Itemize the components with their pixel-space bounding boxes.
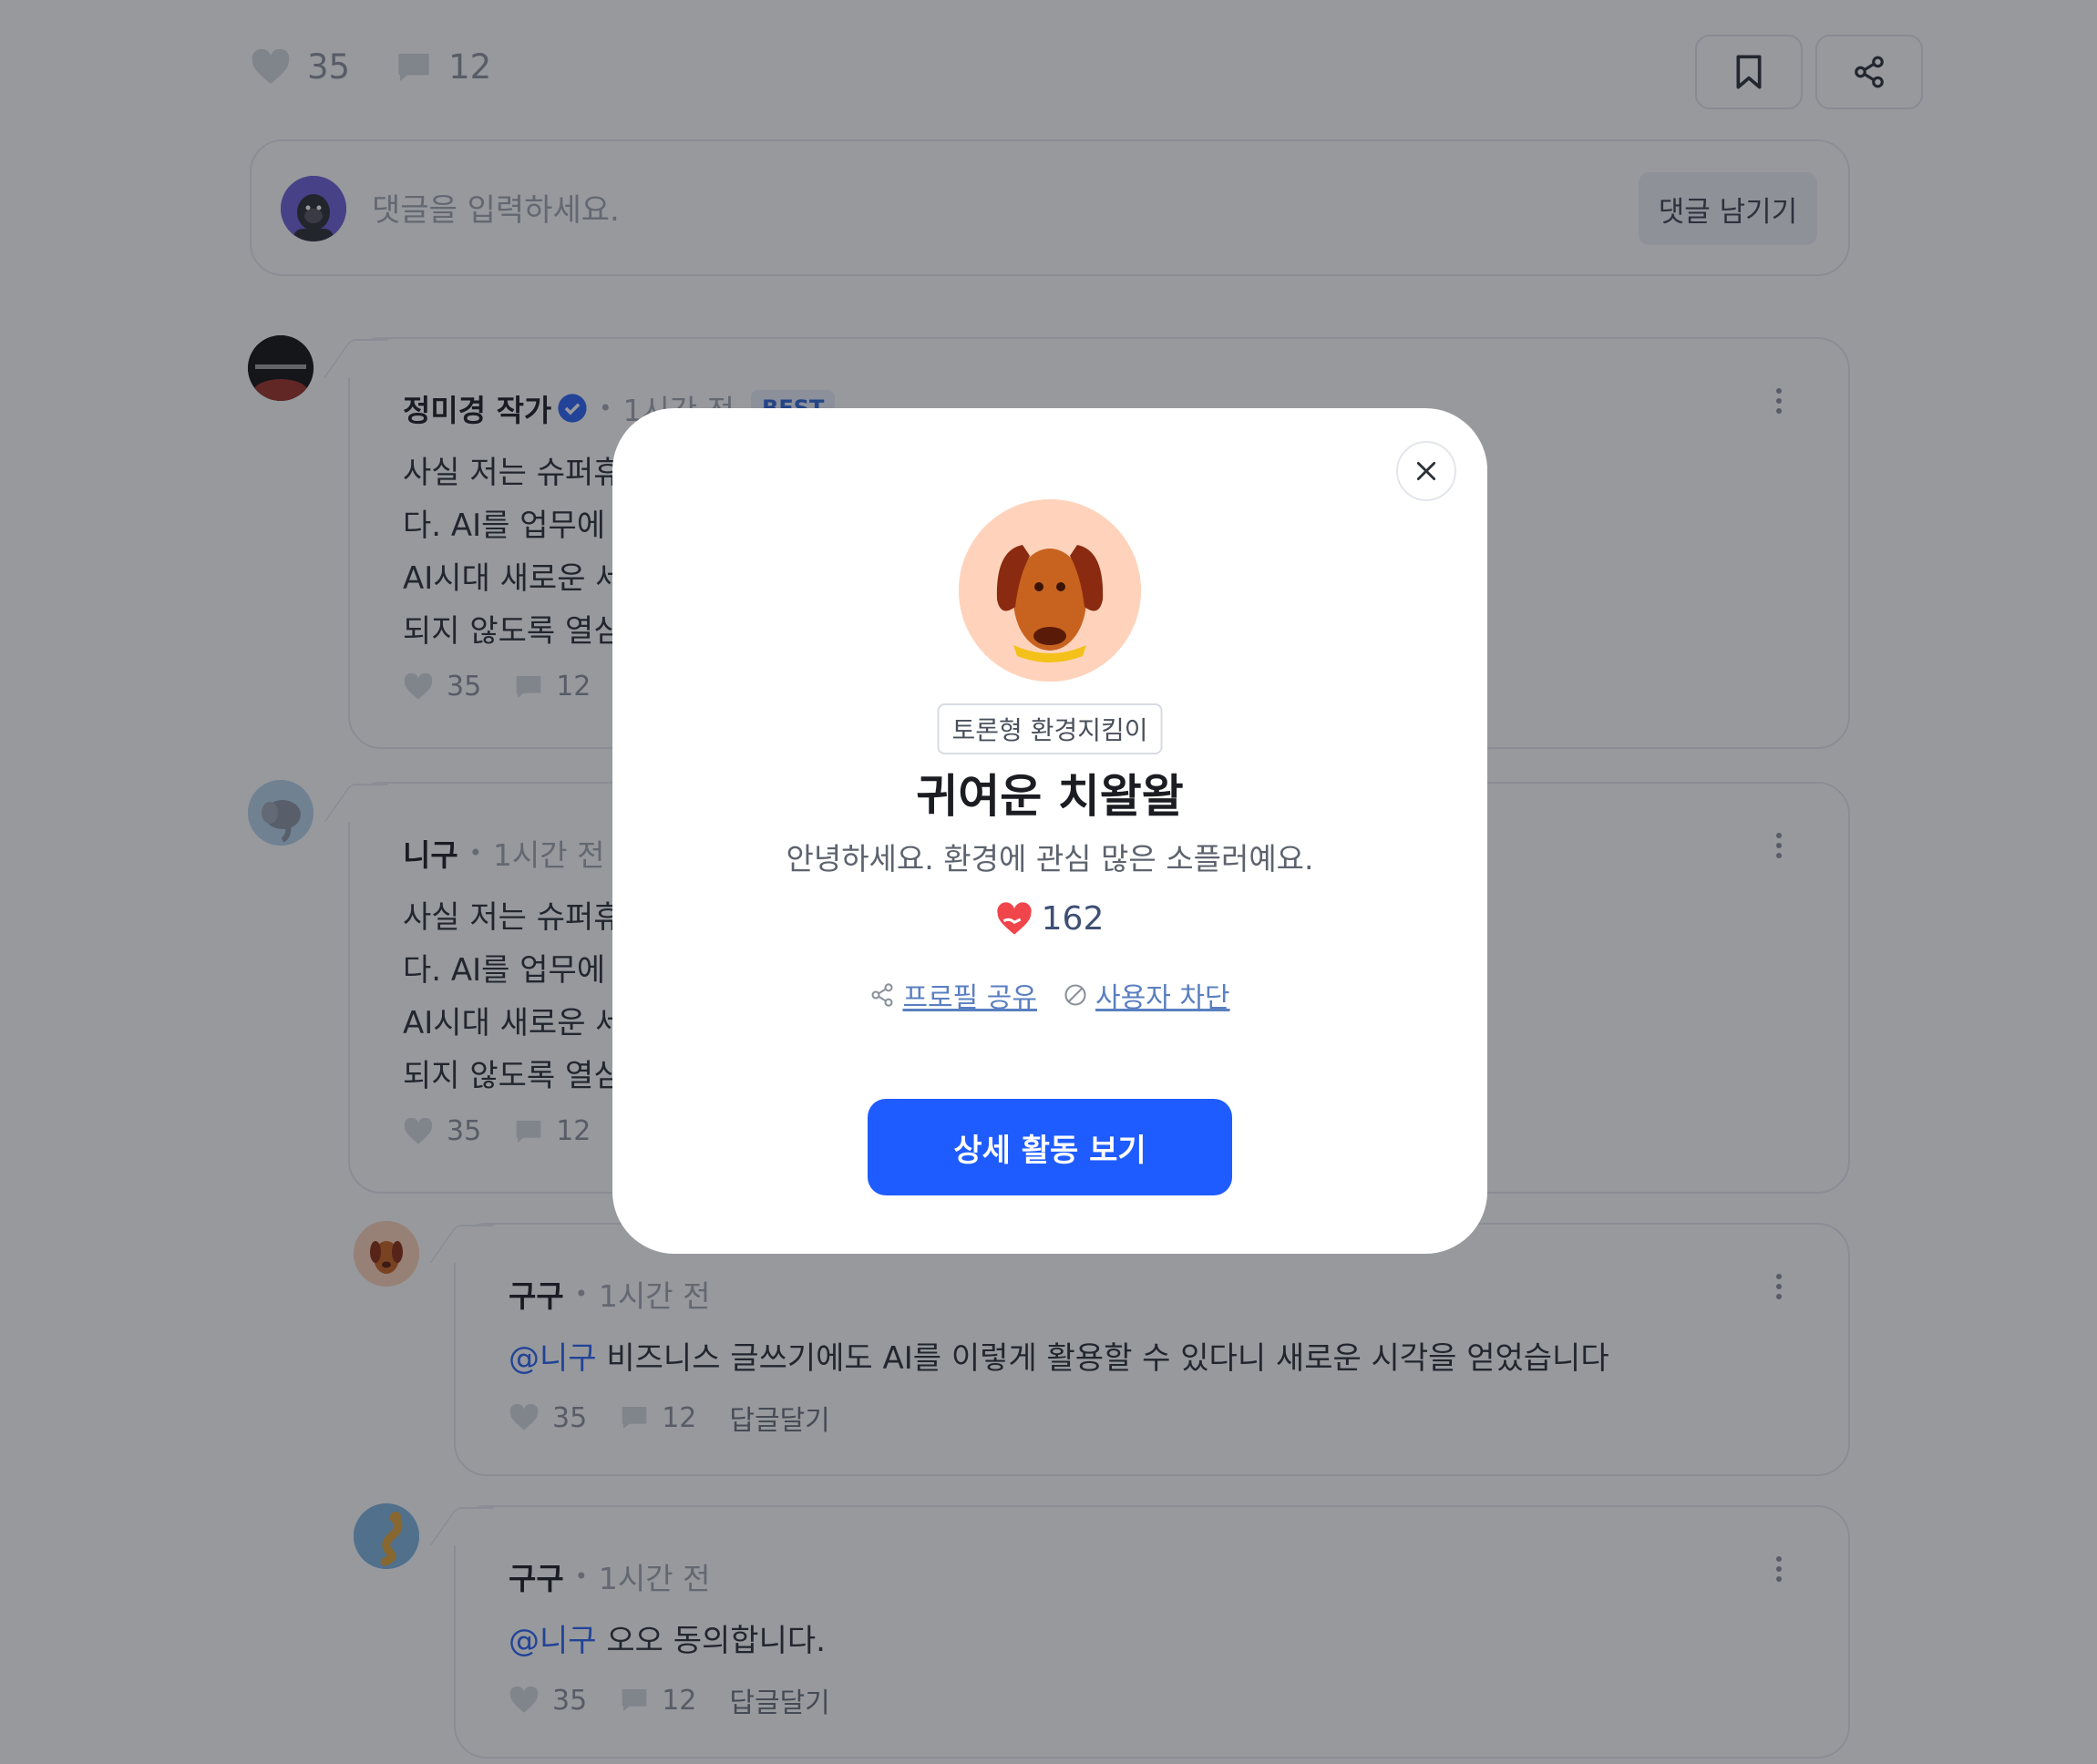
profile-links: 프로필 공유 사용자 차단 bbox=[612, 975, 1487, 1015]
profile-like-count: 162 bbox=[612, 900, 1487, 938]
page: 35 12 댓글 남기기 정미경 작가 • 1시간 전 BEST bbox=[0, 0, 2097, 1764]
share-icon bbox=[871, 983, 894, 1007]
block-icon bbox=[1064, 984, 1086, 1006]
close-button[interactable] bbox=[1396, 441, 1456, 501]
profile-modal: 토론형 환경지킴이 귀여운 치왈왈 안녕하세요. 환경에 관심 많은 소플러예요… bbox=[612, 408, 1487, 1254]
view-activity-button[interactable]: 상세 활동 보기 bbox=[868, 1099, 1232, 1195]
profile-nickname: 귀여운 치왈왈 bbox=[916, 770, 1184, 823]
profile-avatar bbox=[959, 499, 1141, 682]
block-user-link[interactable]: 사용자 차단 bbox=[1063, 975, 1230, 1015]
share-profile-link[interactable]: 프로필 공유 bbox=[869, 975, 1037, 1015]
close-icon bbox=[1416, 461, 1436, 481]
heart-hand-icon bbox=[996, 901, 1032, 935]
profile-tag: 토론형 환경지킴이 bbox=[937, 703, 1163, 754]
profile-intro: 안녕하세요. 환경에 관심 많은 소플러예요. bbox=[786, 841, 1314, 877]
